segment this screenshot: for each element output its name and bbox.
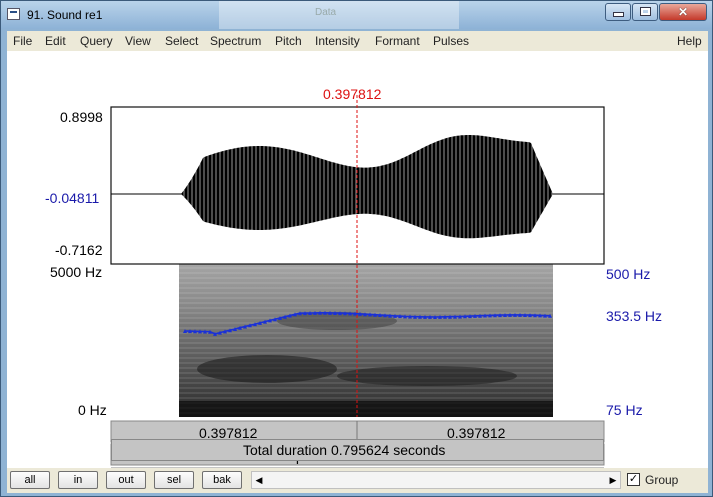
total-duration-bar[interactable]: Total duration 0.795624 seconds: [111, 439, 604, 462]
maximize-icon: [639, 7, 651, 16]
spectrogram-top-label: 5000 Hz: [50, 264, 103, 280]
menu-intensity[interactable]: Intensity: [315, 34, 360, 48]
group-label: Group: [645, 473, 679, 487]
spectrogram-dark-band: [337, 366, 517, 386]
minimize-button[interactable]: [605, 3, 631, 21]
background-window-label: Data: [315, 7, 337, 18]
praat-sound-window: 91. Sound re1 Data ✕ File Edit Query Vie…: [0, 0, 713, 497]
menu-pulses[interactable]: Pulses: [433, 34, 469, 48]
pitch-current-label: 353.5 Hz: [606, 308, 663, 324]
close-icon: ✕: [677, 5, 689, 19]
editor-client-area: File Edit Query View Select Spectrum Pit…: [7, 31, 708, 493]
zoom-sel-button[interactable]: sel: [154, 471, 194, 489]
scroll-right-icon[interactable]: ▶: [606, 472, 620, 488]
horizontal-scrollbar[interactable]: ◀ ▶: [251, 471, 621, 489]
menu-formant[interactable]: Formant: [375, 34, 420, 48]
bottom-toolbar: all in out sel bak ◀ ▶ ✓ Group: [7, 468, 708, 493]
zoom-all-button[interactable]: all: [10, 471, 50, 489]
maximize-button[interactable]: [632, 3, 658, 21]
menu-view[interactable]: View: [125, 34, 151, 48]
pitch-bottom-label: 75 Hz: [606, 402, 643, 418]
zoom-out-button[interactable]: out: [106, 471, 146, 489]
menu-query[interactable]: Query: [80, 34, 113, 48]
pitch-top-label: 500 Hz: [606, 266, 651, 282]
cursor-time-label: 0.397812: [323, 86, 382, 102]
scroll-left-icon[interactable]: ◀: [252, 472, 266, 488]
menu-pitch[interactable]: Pitch: [275, 34, 302, 48]
zoom-in-button[interactable]: in: [58, 471, 98, 489]
waveform-max-label: 0.8998: [60, 109, 103, 125]
spectrogram-low-band: [179, 401, 553, 417]
window-title: 91. Sound re1: [27, 8, 103, 22]
menu-file[interactable]: File: [13, 34, 32, 48]
menu-bar: File Edit Query View Select Spectrum Pit…: [7, 31, 708, 51]
menu-select[interactable]: Select: [165, 34, 198, 48]
menu-help[interactable]: Help: [677, 34, 702, 48]
minimize-icon: [612, 12, 624, 17]
total-duration-label: Total duration 0.795624 seconds: [243, 442, 446, 458]
close-button[interactable]: ✕: [659, 3, 707, 21]
waveform-min-label: -0.7162: [55, 242, 103, 258]
menu-spectrum[interactable]: Spectrum: [210, 34, 261, 48]
background-window-ghost: Data: [219, 1, 459, 29]
app-icon: [7, 8, 20, 20]
plot-canvas[interactable]: [7, 51, 708, 468]
group-checkbox[interactable]: ✓: [627, 473, 640, 486]
waveform-mean-label: -0.04811: [45, 190, 100, 206]
sound-editor-plot[interactable]: 0.397812 0.8998 -0.04811 -0.7162 5000 Hz…: [7, 51, 708, 468]
spectrogram-dark-band: [197, 355, 337, 383]
spectrogram-bottom-label: 0 Hz: [78, 402, 107, 418]
title-bar[interactable]: 91. Sound re1 Data ✕: [1, 1, 712, 29]
zoom-back-button[interactable]: bak: [202, 471, 242, 489]
menu-edit[interactable]: Edit: [45, 34, 66, 48]
